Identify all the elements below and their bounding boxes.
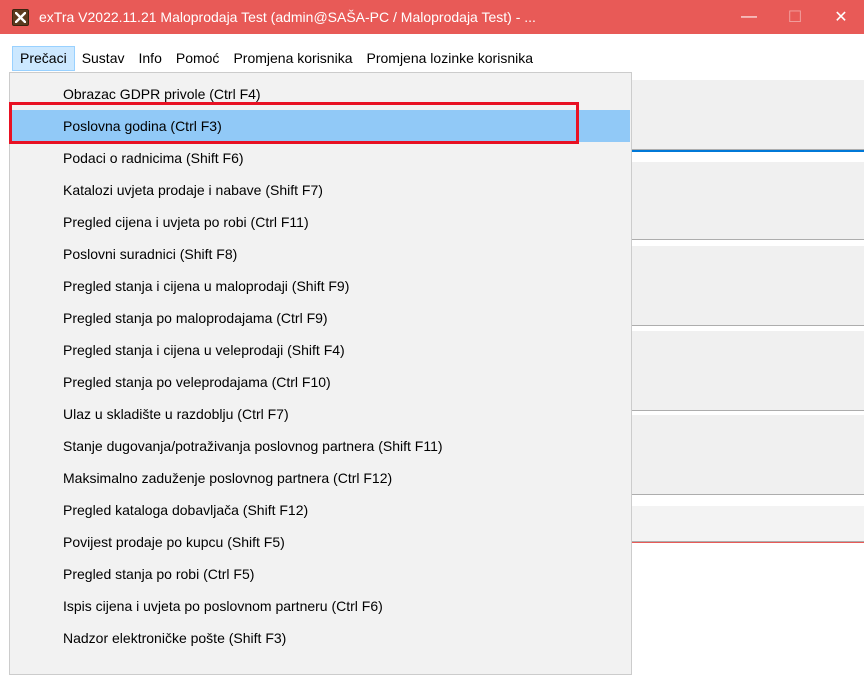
menu-item-obrazac-gdpr[interactable]: Obrazac GDPR privole (Ctrl F4) <box>11 78 630 110</box>
menu-precaci[interactable]: Prečaci <box>12 45 75 71</box>
menu-item-pregled-cijena-robi[interactable]: Pregled cijena i uvjeta po robi (Ctrl F1… <box>11 206 630 238</box>
menu-item-stanje-dugovanja[interactable]: Stanje dugovanja/potraživanja poslovnog … <box>11 430 630 462</box>
close-button[interactable]: ✕ <box>818 0 864 34</box>
menu-item-stanje-po-robi[interactable]: Pregled stanja po robi (Ctrl F5) <box>11 558 630 590</box>
maximize-button[interactable]: ☐ <box>772 0 818 34</box>
menu-pomoc[interactable]: Pomoć <box>169 46 227 71</box>
menu-item-maksimalno-zaduzenje[interactable]: Maksimalno zaduženje poslovnog partnera … <box>11 462 630 494</box>
menu-item-nadzor-poste[interactable]: Nadzor elektroničke pošte (Shift F3) <box>11 622 630 654</box>
menu-item-stanje-po-veleprodajama[interactable]: Pregled stanja po veleprodajama (Ctrl F1… <box>11 366 630 398</box>
menu-item-katalog-dobavljaca[interactable]: Pregled kataloga dobavljača (Shift F12) <box>11 494 630 526</box>
menu-item-katalozi-uvjeta[interactable]: Katalozi uvjeta prodaje i nabave (Shift … <box>11 174 630 206</box>
precaci-dropdown-menu: Obrazac GDPR privole (Ctrl F4) Poslovna … <box>9 72 632 675</box>
window-title: exTra V2022.11.21 Maloprodaja Test (admi… <box>39 9 536 25</box>
menu-item-podaci-o-radnicima[interactable]: Podaci o radnicima (Shift F6) <box>11 142 630 174</box>
title-bar: exTra V2022.11.21 Maloprodaja Test (admi… <box>0 0 864 34</box>
menu-item-povijest-prodaje[interactable]: Povijest prodaje po kupcu (Shift F5) <box>11 526 630 558</box>
menu-item-stanje-veleprodaja[interactable]: Pregled stanja i cijena u veleprodaji (S… <box>11 334 630 366</box>
menu-sustav[interactable]: Sustav <box>75 46 132 71</box>
menu-item-ispis-cijena-partner[interactable]: Ispis cijena i uvjeta po poslovnom partn… <box>11 590 630 622</box>
menu-info[interactable]: Info <box>132 46 169 71</box>
menu-item-stanje-po-maloprodajama[interactable]: Pregled stanja po maloprodajama (Ctrl F9… <box>11 302 630 334</box>
panel-divider <box>632 542 864 543</box>
background-panel <box>632 331 864 411</box>
panel-divider <box>632 150 864 152</box>
menu-item-poslovni-suradnici[interactable]: Poslovni suradnici (Shift F8) <box>11 238 630 270</box>
menu-promjena-korisnika[interactable]: Promjena korisnika <box>226 46 359 71</box>
menu-item-stanje-maloprodaja[interactable]: Pregled stanja i cijena u maloprodaji (S… <box>11 270 630 302</box>
background-panel <box>632 80 864 150</box>
background-panel <box>632 506 864 542</box>
menu-item-ulaz-u-skladiste[interactable]: Ulaz u skladište u razdoblju (Ctrl F7) <box>11 398 630 430</box>
minimize-button[interactable]: — <box>726 0 772 34</box>
menu-item-poslovna-godina[interactable]: Poslovna godina (Ctrl F3) <box>11 110 630 142</box>
background-panel <box>632 162 864 240</box>
background-panel <box>632 246 864 326</box>
menu-promjena-lozinke[interactable]: Promjena lozinke korisnika <box>360 46 541 71</box>
app-logo-icon <box>12 8 29 26</box>
menu-bar: Prečaci Sustav Info Pomoć Promjena koris… <box>0 44 864 72</box>
background-panel <box>632 415 864 495</box>
